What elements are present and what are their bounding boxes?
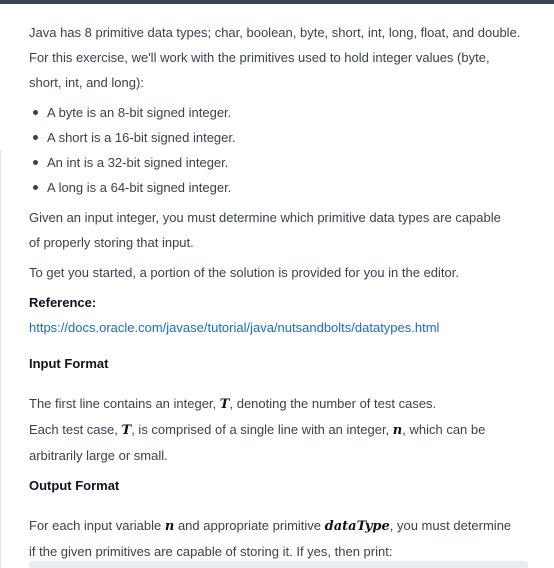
bullet-icon	[33, 185, 38, 190]
list-item: A short is a 16-bit signed integer.	[29, 125, 529, 150]
given-paragraph: Given an input integer, you must determi…	[29, 205, 529, 255]
input-format-line-2: Each test case, T, is comprised of a sin…	[29, 417, 529, 443]
intro-paragraph: Java has 8 primitive data types; char, b…	[29, 20, 529, 95]
input-format-heading: Input Format	[29, 356, 109, 371]
intro-line-1: Java has 8 primitive data types; char, b…	[29, 25, 521, 40]
text-segment: , which can be	[402, 422, 486, 437]
output-format-line-1: For each input variable n and appropriat…	[29, 513, 529, 539]
input-format-paragraph: The first line contains an integer, T , d…	[29, 391, 529, 468]
text-segment: The first line contains an integer,	[29, 396, 217, 411]
text-segment: Each test case,	[29, 422, 118, 437]
bullet-icon	[33, 160, 38, 165]
top-bar	[0, 0, 554, 4]
list-item-text: A byte is an 8-bit signed integer.	[47, 105, 232, 120]
output-format-heading: Output Format	[29, 478, 120, 493]
bullet-icon	[33, 110, 38, 115]
data-type-list: A byte is an 8-bit signed integer. A sho…	[29, 100, 529, 200]
text-segment: For each input variable	[29, 518, 162, 533]
bullet-icon	[33, 135, 38, 140]
math-variable-datatype: dataType	[324, 519, 390, 534]
started-line: To get you started, a portion of the sol…	[29, 265, 459, 280]
reference-heading: Reference:	[29, 295, 97, 310]
code-block	[29, 561, 528, 568]
list-item-text: A short is a 16-bit signed integer.	[47, 130, 236, 145]
math-variable-n: n	[392, 423, 403, 438]
input-format-line-3: arbitrarily large or small.	[29, 448, 168, 463]
list-item: A byte is an 8-bit signed integer.	[29, 100, 529, 125]
list-item: A long is a 64-bit signed integer.	[29, 175, 529, 200]
text-segment: , is comprised of a single line with an …	[131, 422, 390, 437]
started-paragraph: To get you started, a portion of the sol…	[29, 260, 529, 285]
intro-line-2: For this exercise, we'll work with the p…	[29, 50, 490, 65]
input-format-line-1: The first line contains an integer, T, d…	[29, 391, 529, 417]
list-item: An int is a 32-bit signed integer.	[29, 150, 529, 175]
output-format-paragraph: For each input variable n and appropriat…	[29, 513, 529, 564]
left-divider	[0, 150, 1, 568]
text-segment: and appropriate primitive	[177, 518, 322, 533]
list-item-text: An int is a 32-bit signed integer.	[47, 155, 229, 170]
text-segment: , you must determine	[389, 518, 512, 533]
problem-statement: Java has 8 primitive data types; char, b…	[29, 20, 529, 568]
math-variable-n: n	[164, 519, 175, 534]
text-segment: , denoting the number of test cases.	[229, 396, 437, 411]
math-variable-T: T	[121, 423, 132, 438]
given-line-2: of properly storing that input.	[29, 235, 194, 250]
list-item-text: A long is a 64-bit signed integer.	[47, 180, 232, 195]
reference-link[interactable]: https://docs.oracle.com/javase/tutorial/…	[29, 315, 529, 340]
given-line-1: Given an input integer, you must determi…	[29, 210, 501, 225]
intro-line-3: short, int, and long):	[29, 75, 144, 90]
